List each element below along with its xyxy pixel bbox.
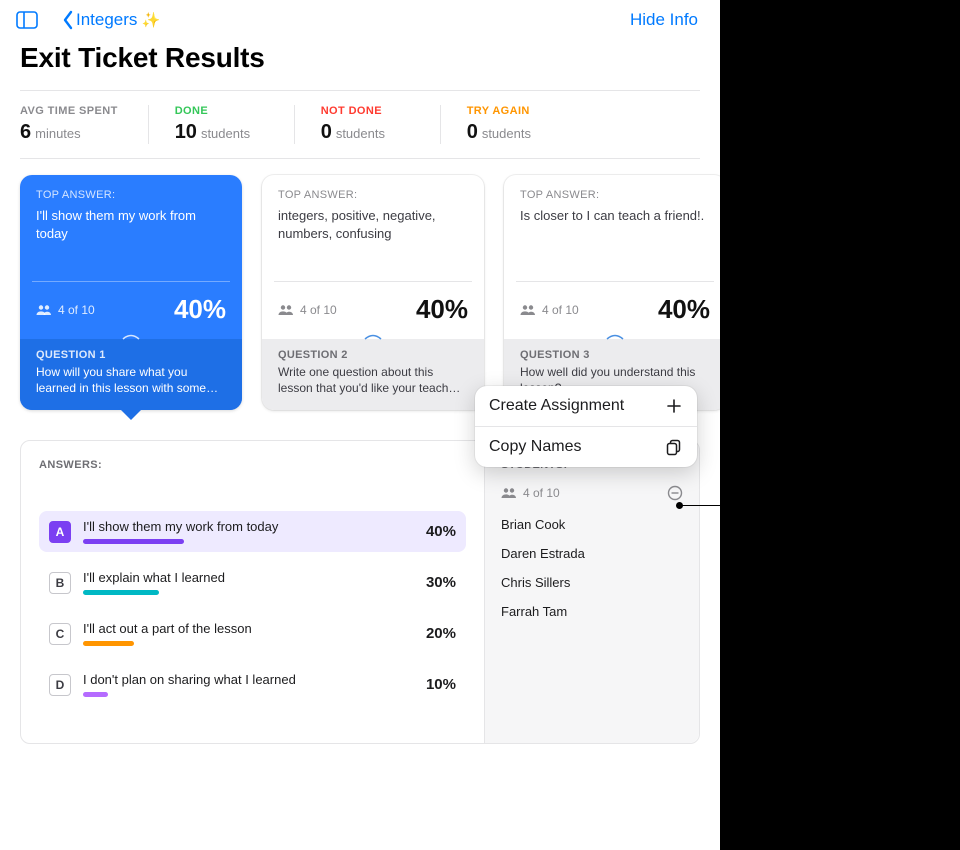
answer-letter: A xyxy=(49,521,71,543)
menu-item-label: Create Assignment xyxy=(489,397,624,415)
stat-label: AVG TIME SPENT xyxy=(20,105,118,117)
stat-label: TRY AGAIN xyxy=(467,105,557,117)
top-answer-text: I'll show them my work from today xyxy=(36,207,226,242)
copy-icon xyxy=(665,438,683,456)
student-name[interactable]: Chris Sillers xyxy=(501,575,683,590)
answer-option-d[interactable]: D I don't plan on sharing what I learned… xyxy=(39,664,466,705)
answer-bar xyxy=(83,692,108,697)
answer-bar xyxy=(83,539,184,544)
stat-value: 0 xyxy=(321,121,332,144)
answer-percent: 40% xyxy=(416,294,468,325)
more-options-icon[interactable] xyxy=(667,485,683,501)
people-icon xyxy=(278,304,294,316)
sidebar-toggle-icon[interactable] xyxy=(16,11,38,29)
answer-bar xyxy=(83,590,159,595)
answer-option-c[interactable]: C I'll act out a part of the lesson 20% xyxy=(39,613,466,654)
respondent-count: 4 of 10 xyxy=(300,303,337,317)
answer-letter: D xyxy=(49,674,71,696)
stat-unit: minutes xyxy=(35,126,81,141)
student-name[interactable]: Daren Estrada xyxy=(501,546,683,561)
respondent-count: 4 of 10 xyxy=(58,303,95,317)
answers-panel: ANSWERS: A I'll show them my work from t… xyxy=(21,441,484,743)
stat-unit: students xyxy=(201,126,250,141)
question-label: QUESTION 1 xyxy=(36,349,226,361)
menu-create-assignment[interactable]: Create Assignment xyxy=(475,386,697,426)
people-icon xyxy=(36,304,52,316)
top-answer-text: integers, positive, negative, numbers, c… xyxy=(278,207,468,242)
back-button[interactable]: Integers ✨ xyxy=(62,10,160,30)
stat-unit: students xyxy=(482,126,531,141)
students-count-row: 4 of 10 xyxy=(501,485,683,501)
callout-line xyxy=(680,505,720,506)
menu-copy-names[interactable]: Copy Names xyxy=(475,427,697,467)
back-label: Integers xyxy=(76,10,137,30)
answer-percent: 20% xyxy=(412,625,456,642)
question-cards-row[interactable]: TOP ANSWER: I'll show them my work from … xyxy=(0,159,720,410)
answers-students-panel: ANSWERS: A I'll show them my work from t… xyxy=(20,440,700,744)
stat-not-done: NOT DONE 0 students xyxy=(321,105,441,144)
answer-bar xyxy=(83,641,134,646)
answer-text: I'll explain what I learned xyxy=(83,570,400,585)
answer-percent: 40% xyxy=(658,294,710,325)
question-card-1[interactable]: TOP ANSWER: I'll show them my work from … xyxy=(20,175,242,410)
chevron-left-icon xyxy=(62,10,74,30)
answer-text: I'll show them my work from today xyxy=(83,519,400,534)
hide-info-button[interactable]: Hide Info xyxy=(630,10,698,30)
people-icon xyxy=(520,304,536,316)
answer-letter: B xyxy=(49,572,71,594)
stat-avg-time: AVG TIME SPENT 6 minutes xyxy=(20,105,149,144)
answer-text: I'll act out a part of the lesson xyxy=(83,621,400,636)
stat-label: NOT DONE xyxy=(321,105,410,117)
question-card-2[interactable]: TOP ANSWER: integers, positive, negative… xyxy=(262,175,484,410)
student-names-list: Brian Cook Daren Estrada Chris Sillers F… xyxy=(501,517,683,619)
stats-strip: AVG TIME SPENT 6minutes DONE 10students … xyxy=(0,91,720,158)
question-text: How will you share what you learned in t… xyxy=(36,365,226,396)
question-card-3[interactable]: TOP ANSWER: Is closer to I can teach a f… xyxy=(504,175,720,410)
stat-unit: students xyxy=(336,126,385,141)
student-name[interactable]: Brian Cook xyxy=(501,517,683,532)
top-answer-text: Is closer to I can teach a friend!. xyxy=(520,207,710,225)
context-menu: Create Assignment Copy Names xyxy=(475,386,697,467)
top-answer-label: TOP ANSWER: xyxy=(278,189,468,201)
plus-icon xyxy=(665,397,683,415)
answer-percent: 40% xyxy=(412,523,456,540)
student-name[interactable]: Farrah Tam xyxy=(501,604,683,619)
answer-text: I don't plan on sharing what I learned xyxy=(83,672,400,687)
top-nav: Integers ✨ Hide Info xyxy=(0,0,720,36)
question-text: Write one question about this lesson tha… xyxy=(278,365,468,396)
answer-percent: 30% xyxy=(412,574,456,591)
sparkle-icon: ✨ xyxy=(141,11,160,29)
answer-option-b[interactable]: B I'll explain what I learned 30% xyxy=(39,562,466,603)
top-answer-label: TOP ANSWER: xyxy=(36,189,226,201)
stat-value: 10 xyxy=(175,121,197,144)
menu-item-label: Copy Names xyxy=(489,438,581,456)
stat-done: DONE 10 students xyxy=(175,105,295,144)
question-label: QUESTION 2 xyxy=(278,349,468,361)
app-window: Integers ✨ Hide Info Exit Ticket Results… xyxy=(0,0,720,850)
people-icon xyxy=(501,487,517,499)
question-label: QUESTION 3 xyxy=(520,349,710,361)
selected-card-pointer xyxy=(119,408,143,420)
students-count: 4 of 10 xyxy=(523,486,560,500)
answer-percent: 10% xyxy=(412,676,456,693)
stat-value: 0 xyxy=(467,121,478,144)
answer-option-a[interactable]: A I'll show them my work from today 40% xyxy=(39,511,466,552)
stat-try-again: TRY AGAIN 0 students xyxy=(467,105,587,144)
answer-letter: C xyxy=(49,623,71,645)
top-answer-label: TOP ANSWER: xyxy=(520,189,710,201)
students-panel: Create Assignment Copy Names STUDENTS: xyxy=(484,441,699,743)
chevron-up-icon xyxy=(122,334,140,340)
stat-value: 6 xyxy=(20,121,31,144)
respondent-count: 4 of 10 xyxy=(542,303,579,317)
page-title: Exit Ticket Results xyxy=(0,36,720,90)
stat-label: DONE xyxy=(175,105,264,117)
answer-percent: 40% xyxy=(174,294,226,325)
chevron-up-icon xyxy=(364,334,382,340)
chevron-up-icon xyxy=(606,334,624,340)
answers-header: ANSWERS: xyxy=(39,459,466,471)
